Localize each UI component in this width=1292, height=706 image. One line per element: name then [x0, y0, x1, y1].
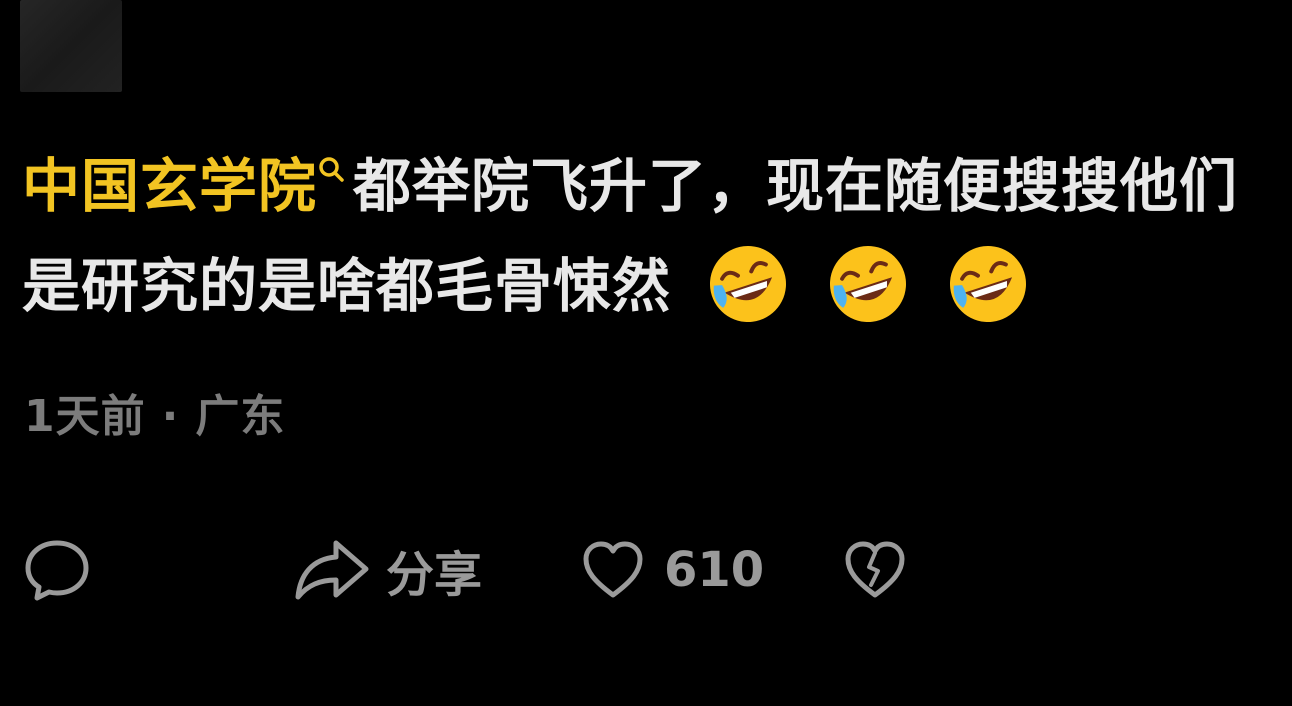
like-button[interactable]: 610	[580, 520, 764, 620]
dislike-button[interactable]	[842, 520, 908, 620]
comment-bubble-icon	[25, 540, 89, 601]
heart-icon	[583, 541, 643, 598]
meta-separator: ·	[161, 391, 180, 442]
like-count: 610	[664, 542, 765, 598]
comment-meta: 1天前 · 广东	[24, 380, 285, 444]
share-label: 分享	[386, 547, 483, 603]
comment-time: 1天前	[24, 391, 146, 442]
reply-button[interactable]	[22, 520, 92, 620]
comment-actions: 分享 610	[0, 520, 1292, 620]
rolling-on-floor-laughing-icon	[825, 241, 911, 327]
comment-location: 广东	[195, 391, 286, 442]
share-button[interactable]: 分享	[292, 520, 482, 620]
comment-keyword-link[interactable]: 中国玄学院	[22, 152, 317, 220]
rolling-on-floor-laughing-icon	[945, 241, 1031, 327]
avatar[interactable]	[20, 0, 122, 92]
rolling-on-floor-laughing-icon	[705, 241, 791, 327]
comment-body: 中国玄学院 都举院飞升了，现在随便搜搜他们是研究的是啥都毛骨悚然	[22, 136, 1284, 336]
broken-heart-icon	[845, 541, 905, 598]
share-arrow-icon	[295, 540, 369, 600]
search-icon[interactable]	[317, 154, 347, 198]
